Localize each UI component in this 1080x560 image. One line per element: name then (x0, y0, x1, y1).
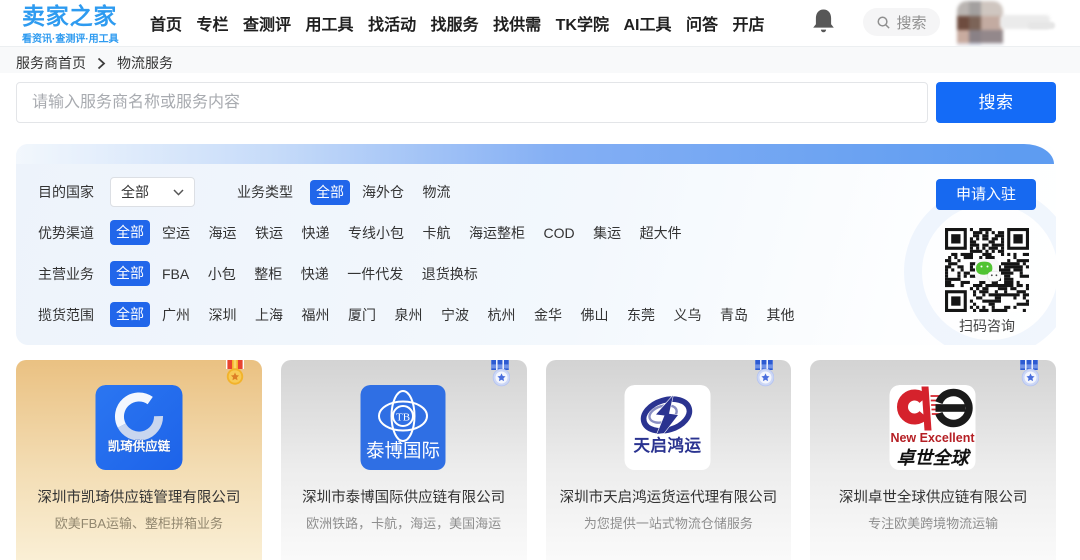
svg-text:凯琦供应链: 凯琦供应链 (108, 439, 171, 454)
svg-text:卓世全球: 卓世全球 (897, 448, 972, 468)
svg-text:泰博国际: 泰博国际 (366, 440, 440, 461)
svg-text:TB: TB (396, 412, 410, 424)
svg-text:天启鸿运: 天启鸿运 (634, 435, 702, 455)
svg-text:New Excellent: New Excellent (891, 431, 976, 445)
